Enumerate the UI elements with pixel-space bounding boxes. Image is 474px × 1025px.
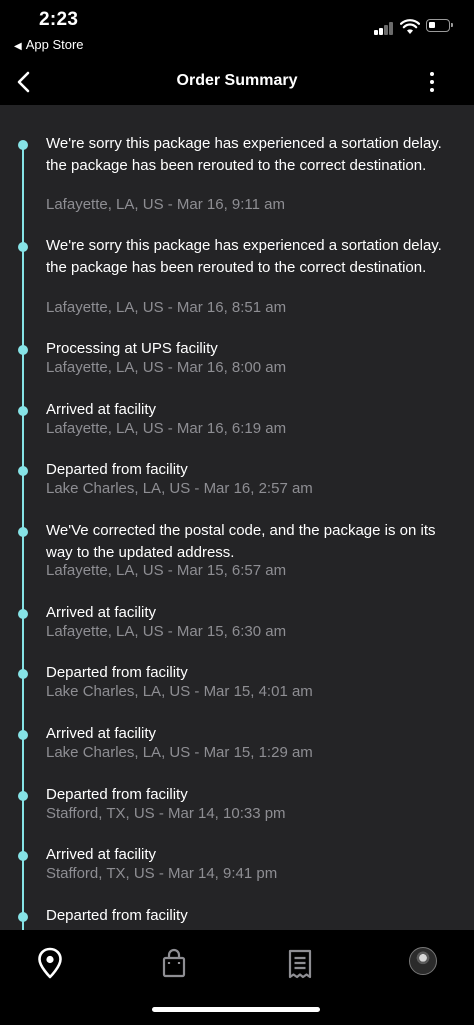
more-options-icon[interactable] — [420, 66, 444, 98]
status-bar: 2:23 ◀ App Store — [0, 0, 474, 62]
home-indicator — [152, 1007, 320, 1012]
event-title: Processing at UPS facility — [46, 340, 218, 357]
timeline-dot — [18, 140, 28, 150]
event-title: We'Ve corrected the postal code, and the… — [46, 522, 436, 561]
event-title: Arrived at facility — [46, 725, 157, 742]
timeline-dot — [18, 466, 28, 476]
back-triangle-icon: ◀ — [14, 41, 22, 52]
event-meta: Lafayette, LA, US - Mar 16, 8:51 am — [46, 299, 287, 316]
timeline-dot — [18, 912, 28, 922]
event-meta: Lake Charles, LA, US - Mar 15, 4:01 am — [46, 683, 313, 700]
timeline-dot — [18, 527, 28, 537]
event-meta: Lafayette, LA, US - Mar 15, 6:30 am — [46, 623, 287, 640]
event-meta: Stafford, TX, US - Mar 14, 10:33 pm — [46, 805, 286, 822]
event-title: We're sorry this package has experienced… — [46, 237, 442, 276]
event-meta: Stafford, TX, US - Mar 14, 9:41 pm — [46, 865, 278, 882]
timeline-dot — [18, 406, 28, 416]
event-meta: Lake Charles, LA, US - Mar 16, 2:57 am — [46, 480, 313, 497]
avatar[interactable] — [409, 947, 437, 975]
event-title: Departed from facility — [46, 907, 188, 924]
event-meta: Lafayette, LA, US - Mar 16, 8:00 am — [46, 359, 287, 376]
location-pin-icon[interactable] — [30, 944, 70, 984]
event-title: Departed from facility — [46, 786, 188, 803]
timeline-dot — [18, 609, 28, 619]
receipt-icon[interactable] — [280, 944, 320, 984]
page-title: Order Summary — [176, 72, 298, 89]
wifi-icon — [400, 19, 420, 34]
event-title: Departed from facility — [46, 461, 188, 478]
event-meta: Lafayette, LA, US - Mar 16, 9:11 am — [46, 196, 286, 213]
navigation-bar: Order Summary — [0, 62, 474, 105]
timeline-dot — [18, 730, 28, 740]
event-title: We're sorry this package has experienced… — [46, 135, 442, 174]
back-to-app-store[interactable]: ◀ App Store — [14, 37, 84, 52]
timeline-dot — [18, 851, 28, 861]
event-meta: Lafayette, LA, US - Mar 15, 6:57 am — [46, 562, 287, 579]
event-title: Arrived at facility — [46, 846, 157, 863]
battery-icon — [426, 19, 453, 32]
timeline-dot — [18, 345, 28, 355]
event-title: Arrived at facility — [46, 604, 157, 621]
shopping-bag-icon[interactable] — [154, 944, 194, 984]
timeline-dot — [18, 242, 28, 252]
status-time: 2:23 — [39, 9, 79, 30]
event-title: Departed from facility — [46, 664, 188, 681]
timeline-dot — [18, 791, 28, 801]
event-meta: Lafayette, LA, US - Mar 16, 6:19 am — [46, 420, 287, 437]
event-title: Arrived at facility — [46, 401, 157, 418]
event-meta: Lake Charles, LA, US - Mar 15, 1:29 am — [46, 744, 313, 761]
back-app-label: App Store — [25, 37, 84, 52]
cellular-signal-icon — [374, 21, 396, 35]
tracking-timeline: We're sorry this package has experienced… — [0, 105, 474, 930]
timeline-dot — [18, 669, 28, 679]
